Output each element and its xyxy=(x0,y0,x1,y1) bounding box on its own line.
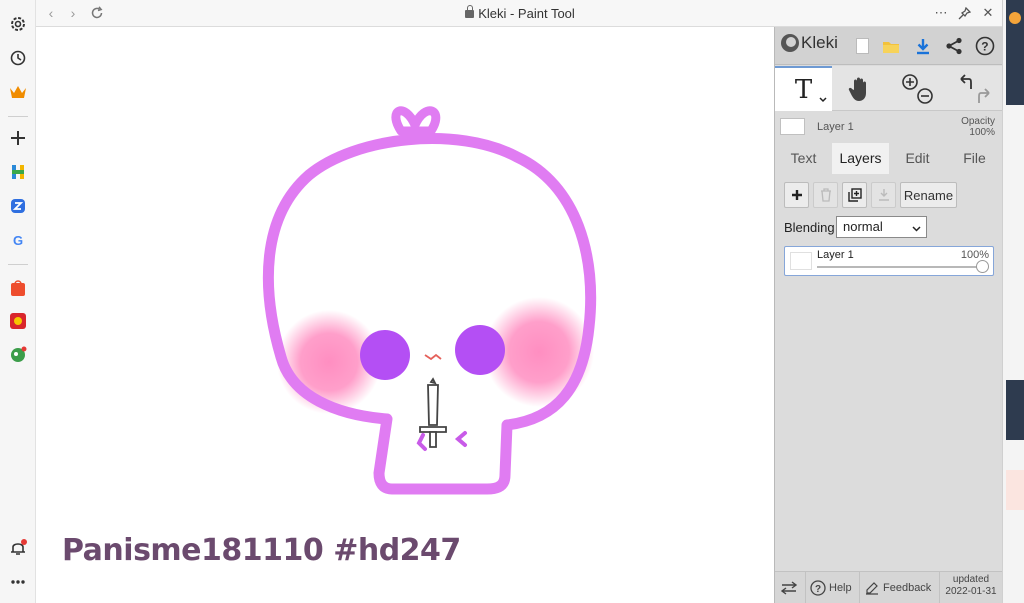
blending-label: Blending xyxy=(784,220,835,235)
delete-layer-button[interactable] xyxy=(813,182,838,208)
updated-date: 2022-01-31 xyxy=(945,586,997,597)
close-icon[interactable]: ✕ xyxy=(979,4,997,22)
undo-redo-controls xyxy=(946,66,1003,111)
hand-tool[interactable] xyxy=(832,66,889,111)
google-icon[interactable]: G xyxy=(6,228,30,252)
background-window-bottom xyxy=(1006,470,1024,510)
settings-icon[interactable] xyxy=(6,12,30,36)
updated-info: updated 2022-01-31 xyxy=(941,574,1001,598)
plus-icon[interactable] xyxy=(6,126,30,150)
merge-layer-button[interactable] xyxy=(871,182,896,208)
svg-text:?: ? xyxy=(815,584,821,595)
tab-text[interactable]: Text xyxy=(775,143,832,174)
rename-layer-button[interactable]: Rename xyxy=(900,182,957,208)
pin-icon[interactable] xyxy=(955,4,973,22)
kleki-logo[interactable]: Kleki xyxy=(781,33,838,53)
new-image-icon[interactable] xyxy=(851,35,873,57)
tool-row: T xyxy=(775,66,1003,111)
sword-doodle xyxy=(416,377,467,451)
add-layer-button[interactable] xyxy=(784,182,809,208)
trash-icon xyxy=(820,188,831,202)
crown-icon[interactable] xyxy=(6,80,30,104)
duplicate-layer-button[interactable] xyxy=(842,182,867,208)
kleki-panel: Kleki ? T Layer 1 Opacity 100% Text Laye… xyxy=(774,27,1003,603)
zoom-out-icon[interactable] xyxy=(916,87,933,104)
kleki-header: Kleki ? xyxy=(775,27,1003,65)
blending-value: normal xyxy=(843,219,883,234)
zoom-controls xyxy=(889,66,946,111)
notification-icon xyxy=(1009,12,1021,24)
layer-thumbnail xyxy=(790,252,812,270)
help-icon: ? xyxy=(810,580,826,596)
history-icon[interactable] xyxy=(6,46,30,70)
hair-bow xyxy=(391,106,441,136)
layer-opacity-handle[interactable] xyxy=(976,260,989,273)
artist-signature: Panisme181110 #hd247 xyxy=(62,533,461,568)
layer-list-item[interactable]: Layer 1 100% xyxy=(784,246,994,276)
svg-text:G: G xyxy=(13,233,23,248)
merge-down-icon xyxy=(878,189,889,201)
download-icon[interactable] xyxy=(912,35,934,57)
left-eye xyxy=(360,330,410,380)
layer-opacity: 100% xyxy=(960,249,989,261)
background-window-strip xyxy=(1002,0,1024,603)
opacity-value: 100% xyxy=(969,127,995,138)
undo-icon[interactable] xyxy=(959,73,972,89)
drawing-canvas[interactable]: Panisme181110 #hd247 xyxy=(37,27,774,603)
canvas-drawing xyxy=(262,106,597,495)
plus-icon xyxy=(791,190,802,200)
hand-icon xyxy=(848,77,866,101)
share-icon[interactable] xyxy=(943,35,965,57)
feedback-icon xyxy=(866,582,878,595)
game-icon[interactable] xyxy=(6,309,30,333)
panel-tabs: Text Layers Edit File xyxy=(775,143,1003,174)
mouth xyxy=(424,353,442,361)
chevron-down-icon xyxy=(819,97,827,103)
right-eye xyxy=(455,325,505,375)
lock-icon xyxy=(465,5,475,18)
current-layer-name: Layer 1 xyxy=(817,121,854,133)
kleki-logo-icon xyxy=(781,34,799,52)
text-tool[interactable]: T xyxy=(775,66,832,111)
swap-side-icon[interactable] xyxy=(781,572,797,603)
layer-opacity-slider[interactable] xyxy=(817,266,983,268)
tab-file[interactable]: File xyxy=(946,143,1003,174)
more-icon[interactable] xyxy=(6,570,30,594)
panel-bottom-bar: ? Help Feedback updated 2022-01-31 xyxy=(775,571,1003,603)
text-tool-icon: T xyxy=(794,74,813,105)
open-folder-icon[interactable] xyxy=(880,35,902,57)
zoom-in-icon[interactable] xyxy=(901,73,918,90)
browser-sidebar: G xyxy=(0,0,36,603)
app-h-icon[interactable] xyxy=(6,160,30,184)
feedback-button[interactable]: Feedback xyxy=(865,572,931,603)
help-circle-icon[interactable]: ? xyxy=(974,35,996,57)
bell-icon[interactable] xyxy=(6,536,30,560)
svg-text:?: ? xyxy=(981,40,988,54)
ball-icon[interactable] xyxy=(6,342,30,366)
current-layer-thumbnail xyxy=(780,118,805,135)
redo-icon[interactable] xyxy=(977,87,990,103)
layer-name: Layer 1 xyxy=(817,249,854,261)
current-layer-opacity: Opacity 100% xyxy=(961,116,995,138)
background-window-middle xyxy=(1006,380,1024,440)
app-blue-icon[interactable] xyxy=(6,194,30,218)
current-layer-info: Layer 1 Opacity 100% xyxy=(775,112,1003,142)
updated-label: updated xyxy=(952,574,990,585)
tab-edit[interactable]: Edit xyxy=(889,143,946,174)
menu-dots-icon[interactable]: ⋯ xyxy=(932,4,950,22)
tab-layers[interactable]: Layers xyxy=(832,143,889,174)
help-button[interactable]: ? Help xyxy=(810,572,852,603)
opacity-label: Opacity xyxy=(961,116,995,127)
shopee-icon[interactable] xyxy=(6,276,30,300)
page-title: Kleki - Paint Tool xyxy=(36,5,1004,21)
chevron-down-icon xyxy=(912,220,921,240)
blending-select[interactable]: normal xyxy=(836,216,927,238)
browser-titlebar: ‹ › Kleki - Paint Tool ⋯ ✕ xyxy=(36,0,1004,27)
layers-tab-content: Rename Blending normal Layer 1 100% xyxy=(775,174,1003,571)
duplicate-icon xyxy=(847,188,862,202)
